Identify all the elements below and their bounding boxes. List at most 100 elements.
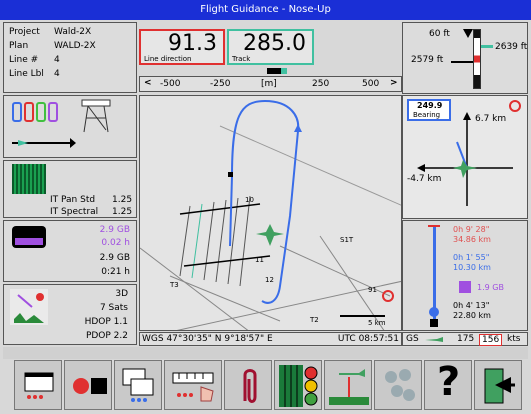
groundspeed-bar: GS 175 156 kts <box>402 332 528 346</box>
map-view[interactable]: 10 11 12 T2 T3 91 S1T 5 km <box>139 95 402 331</box>
survey-line <box>215 199 227 283</box>
clip-icon <box>243 369 257 403</box>
gps-hdop: HDOP 1.1 <box>84 317 128 327</box>
gs-value: 175 <box>457 334 475 344</box>
eta-top-marker <box>428 225 440 227</box>
eta-dist-1: 34.86 km <box>453 235 491 244</box>
altitude-left-value: 2579 ft <box>411 55 444 65</box>
gps-pdop: PDOP 2.2 <box>85 331 128 341</box>
toolbar-copy-button[interactable] <box>114 360 162 410</box>
toolbar-exit-button[interactable] <box>474 360 522 410</box>
window-icon <box>24 372 54 399</box>
gs-aircraft-icon <box>425 337 443 342</box>
target-marker <box>382 290 394 302</box>
altitude-down-arrow-icon <box>463 29 473 38</box>
offset-indicator <box>267 68 281 74</box>
scale-unit: [m] <box>261 79 277 89</box>
altitude-bar <box>473 29 481 89</box>
status-coordinates: WGS 47°30'35" N 9°18'57" E <box>142 334 273 344</box>
bearing-west-km: -4.7 km <box>407 174 442 184</box>
dots-icon <box>385 369 415 401</box>
line-direction-box: 91.3 Line direction <box>139 29 225 65</box>
exit-door-icon <box>484 368 515 404</box>
map-canvas <box>140 99 401 330</box>
toolbar-help-button[interactable]: ? <box>424 359 472 410</box>
scale-right-arrow[interactable]: > <box>390 78 398 88</box>
eta-dist-3: 22.80 km <box>453 311 491 320</box>
scanner-panel: IT Pan Std 1.25 IT Spectral 1.25 <box>3 160 137 218</box>
map-line-label-12: 12 <box>265 276 274 284</box>
project-label: Project <box>9 27 40 37</box>
project-value: Wald-2X <box>54 27 92 37</box>
line-label-label: Line Lbl <box>9 69 44 79</box>
camera-bar-blue <box>12 102 22 122</box>
toolbar-dots-button[interactable] <box>374 360 422 410</box>
storage-panel: 2.9 GB 0.02 h 2.9 GB 0:21 h <box>3 220 137 282</box>
eta-time-2: 0h 1' 55" <box>453 253 490 262</box>
help-icon: ? <box>437 359 461 405</box>
grid-signal-icon <box>279 365 318 407</box>
map-line-label-91: 91 <box>368 286 377 294</box>
track-label: Track <box>232 55 251 63</box>
track-value: 285.0 <box>243 31 306 56</box>
aircraft-arrow-icon <box>12 138 76 148</box>
eta-panel: 0h 9' 28" 34.86 km 0h 1' 55" 10.30 km 1.… <box>402 220 528 331</box>
scale-hand-icon <box>172 372 214 402</box>
bearing-panel: 249.9 Bearing 6.7 km -4.7 km <box>402 95 528 219</box>
scale-tick-500: 500 <box>362 79 380 89</box>
toolbar-scale-button[interactable] <box>164 360 222 410</box>
plan-label: Plan <box>9 41 29 51</box>
gps-fix: 3D <box>115 289 128 299</box>
bearing-north-km: 6.7 km <box>475 114 507 124</box>
status-utc: UTC 08:57:51 <box>337 334 399 344</box>
eta-progress-line <box>433 227 436 319</box>
storage-disk-icon <box>12 226 46 248</box>
storage-free-value: 2.9 GB <box>99 225 130 235</box>
scale-left-arrow[interactable]: < <box>144 78 152 88</box>
eta-time-1: 0h 9' 28" <box>453 225 490 234</box>
map-line-label-10: 10 <box>245 196 254 204</box>
scale-tick-neg500: -500 <box>160 79 181 89</box>
aircraft-icon <box>256 224 284 246</box>
map-scale-label: 5 km <box>368 319 386 327</box>
window-title: Flight Guidance - Nose-Up <box>0 0 531 20</box>
copy-icon <box>122 368 154 402</box>
toolbar-grid-signal-button[interactable] <box>274 360 322 410</box>
scale-tick-250: 250 <box>312 79 330 89</box>
offset-scale-bar: < -500 -250 [m] 250 500 > <box>139 76 402 92</box>
road-line <box>219 125 401 206</box>
toolbar-window-button[interactable] <box>14 360 62 410</box>
offset-track-marker <box>281 68 287 74</box>
map-line-label-11: 11 <box>255 256 264 264</box>
line-direction-value: 91.3 <box>168 31 217 56</box>
eta-storage: 1.9 GB <box>477 283 504 292</box>
line-label-value: 4 <box>54 69 60 79</box>
gs-value-2: 156 <box>479 334 503 346</box>
gps-panel: 3D 7 Sats HDOP 1.1 PDOP 2.2 <box>3 284 137 345</box>
track-box: 285.0 Track <box>227 29 314 65</box>
waypoint-marker <box>228 172 233 177</box>
road-line <box>169 275 281 322</box>
map-line-label-t3: T3 <box>170 281 179 289</box>
storage-time-value: 0:21 h <box>101 267 130 277</box>
line-number-label: Line # <box>9 55 39 65</box>
it-pan-std-value: 1.25 <box>112 195 133 205</box>
eta-current-marker <box>429 307 439 317</box>
altitude-current-line <box>451 61 473 63</box>
toolbar-clip-button[interactable] <box>224 360 272 410</box>
message-line <box>3 347 528 359</box>
camera-panel <box>3 95 137 158</box>
gps-satellite-icon <box>10 289 48 325</box>
camera-tower-icon <box>81 99 111 133</box>
toolbar-aircraft-profile-button[interactable] <box>324 360 372 410</box>
record-icon <box>73 378 107 394</box>
storage-total-value: 2.9 GB <box>99 253 130 263</box>
project-panel: Project Wald-2X Plan WALD-2X Line # 4 Li… <box>3 22 137 93</box>
eta-dist-2: 10.30 km <box>453 263 491 272</box>
altitude-panel: 60 ft 2639 ft 2579 ft <box>402 22 528 94</box>
line-direction-label: Line direction <box>144 55 192 63</box>
toolbar-record-button[interactable] <box>64 360 112 410</box>
line-number-value: 4 <box>54 55 60 65</box>
survey-line <box>203 201 215 281</box>
aircraft-profile-icon <box>329 369 369 405</box>
